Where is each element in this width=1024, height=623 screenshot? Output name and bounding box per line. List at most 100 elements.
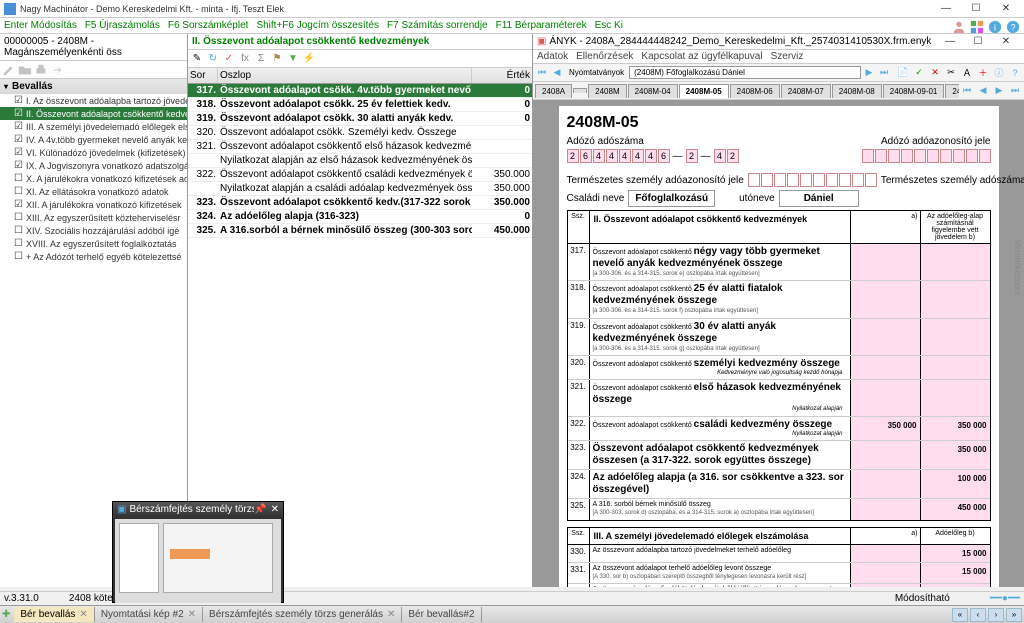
uto-value[interactable]: Dániel [779,190,859,207]
form-tab-9[interactable]: 2408M-09-02 [945,84,959,98]
digit-box[interactable] [875,149,887,163]
section-bevallas[interactable]: ▾ Bevallás [0,79,187,94]
tree-item-10[interactable]: XIV. Szociális hozzájárulási adóból igé [0,224,187,237]
tool-help-icon[interactable]: ? [1008,66,1022,80]
filter-icon[interactable]: ▼ [286,52,300,66]
form-scroll[interactable]: 2408M-05 Adózó adószáma Adózó adóazonosí… [533,100,1024,587]
menu-f5[interactable]: F5 Újraszámolás [85,20,160,31]
nav-last-icon[interactable]: ⏭ [877,66,891,80]
refresh-icon[interactable]: ↻ [206,52,220,66]
tool-plus-icon[interactable]: ＋ [976,66,990,80]
cell-a[interactable] [850,470,920,498]
menu-f6[interactable]: F6 Sorszámképlet [168,20,249,31]
user-icon[interactable] [952,20,966,34]
tree-item-4[interactable]: VI. Különadózó jövedelmek (kifizetések) [0,146,187,159]
digit-box[interactable]: 2 [686,149,698,163]
digit-box[interactable] [826,173,838,187]
form-tab-4[interactable]: 2408M-05 [679,84,729,98]
digit-box[interactable] [966,149,978,163]
anyk-max[interactable]: ☐ [964,34,992,50]
cell-b[interactable] [920,584,990,587]
grid-row-5[interactable]: Nyilatkozat alapján az első házasok kedv… [188,154,532,168]
digit-box[interactable]: 6 [580,149,592,163]
pencil-icon[interactable]: ✎ [190,52,204,66]
digit-box[interactable] [800,173,812,187]
tree-item-12[interactable]: + Az Adózót terhelő egyéb kötelezettsé [0,250,187,263]
grid-row-7[interactable]: Nyilatkozat alapján a családi adóalap ke… [188,182,532,196]
digit-box[interactable] [862,149,874,163]
form-tab-7[interactable]: 2408M-08 [832,84,882,98]
cell-a[interactable] [850,584,920,587]
digit-box[interactable]: 4 [593,149,605,163]
tree-item-3[interactable]: IV. A 4v.több gyermeket nevelő anyák ked [0,133,187,146]
grid-row-6[interactable]: 322.Összevont adóalapot csökkentő család… [188,168,532,182]
form-tab-2[interactable]: 2408M [588,84,626,98]
digit-box[interactable] [761,173,773,187]
cell-b[interactable]: 450 000 [920,499,990,520]
cell-b[interactable]: 350 000 [920,417,990,440]
form-tab-6[interactable]: 2408M-07 [781,84,831,98]
info-icon[interactable]: i [988,20,1002,34]
tool-scissors-icon[interactable]: ✂ [944,66,958,80]
digit-box[interactable]: 2 [567,149,579,163]
form-tab-5[interactable]: 2408M-06 [730,84,780,98]
digit-box[interactable]: 4 [714,149,726,163]
digit-box[interactable] [813,173,825,187]
tree-item-8[interactable]: XII. A járulékokra vonatkozó kifizetések [0,198,187,211]
tree-item-6[interactable]: X. A járulékokra vonatkozó kifizetések a… [0,172,187,185]
tree-item-0[interactable]: I. Az összevont adóalapba tartozó jövede [0,94,187,107]
cell-b[interactable]: 15 000 [920,563,990,584]
tree-item-5[interactable]: IX. A Jogviszonyra vonatkozó adatszolgál [0,159,187,172]
tool-info-icon[interactable]: ⓘ [992,66,1006,80]
help-icon[interactable]: ? [1006,20,1020,34]
tool-a-icon[interactable]: Ａ [960,66,974,80]
grid-row-8[interactable]: 323.Összevont adóalapot csökkentő kedv.(… [188,196,532,210]
arrow-icon[interactable] [50,63,64,77]
minimize-button[interactable]: — [932,1,960,17]
digit-box[interactable] [979,149,991,163]
tabnav-first-icon[interactable]: ⏮ [960,84,974,98]
digit-box[interactable] [865,173,877,187]
menu-esc[interactable]: Esc Ki [595,20,623,31]
digit-box[interactable] [839,173,851,187]
tree-item-9[interactable]: XIII. Az egyszerűsített közteherviselésr [0,211,187,224]
cell-a[interactable] [850,441,920,469]
cell-a[interactable]: 350 000 [850,417,920,440]
digit-box[interactable] [901,149,913,163]
digit-box[interactable] [888,149,900,163]
nav-last[interactable]: » [1006,608,1022,622]
digit-box[interactable]: 2 [727,149,739,163]
grid-row-0[interactable]: 317.Összevont adóalapot csökk. 4v.több g… [188,84,532,98]
btab-0[interactable]: Bér bevallás✕ [14,607,94,622]
btab-1[interactable]: Nyomtatási kép #2✕ [95,607,203,622]
digit-box[interactable] [940,149,952,163]
cell-b[interactable] [920,380,990,415]
close-button[interactable]: ✕ [992,1,1020,17]
digit-box[interactable] [852,173,864,187]
tool-x-icon[interactable]: ✕ [928,66,942,80]
grid-row-4[interactable]: 321.Összevont adóalapot csökkentő első h… [188,140,532,154]
grid-row-9[interactable]: 324.Az adóelőleg alapja (316-323)0 [188,210,532,224]
digit-box[interactable] [748,173,760,187]
cell-b[interactable] [920,281,990,317]
digit-box[interactable]: 4 [619,149,631,163]
digit-box[interactable]: 6 [658,149,670,163]
form-tab-3[interactable]: 2408M-04 [628,84,678,98]
cell-b[interactable]: 15 000 [920,545,990,562]
col-oszlop[interactable]: Oszlop [218,68,472,83]
cell-a[interactable] [850,499,920,520]
thumb-close-icon[interactable]: ✕ [271,504,279,515]
tree-item-11[interactable]: XVIII. Az egyszerűsített foglalkoztatás [0,237,187,250]
nav-prev-icon[interactable]: ◀ [550,66,564,80]
tab-add-icon[interactable]: ✚ [2,609,10,620]
maximize-button[interactable]: ☐ [962,1,990,17]
anyk-menu-adatok[interactable]: Adatok [537,51,568,62]
menu-f7[interactable]: F7 Számítás sorrendje [387,20,488,31]
edit-icon[interactable] [2,63,16,77]
digit-box[interactable]: 4 [632,149,644,163]
cell-b[interactable] [920,244,990,280]
anyk-close[interactable]: ✕ [992,34,1020,50]
digit-box[interactable] [787,173,799,187]
slider-icon[interactable]: ━━●━━ [990,593,1020,604]
nav-next[interactable]: › [988,608,1004,622]
